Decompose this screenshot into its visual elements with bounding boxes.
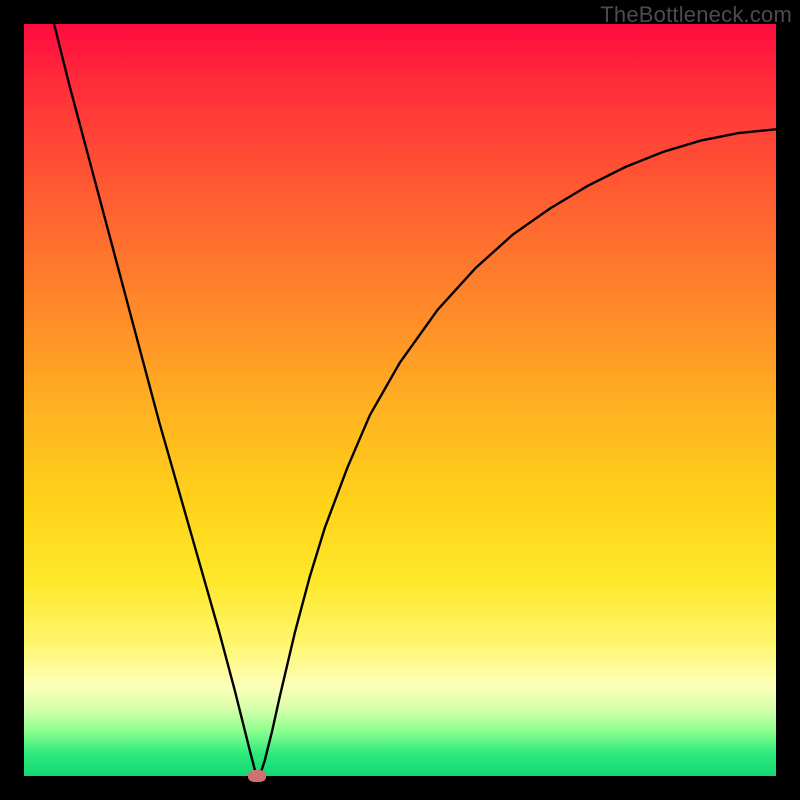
curve-svg: [24, 24, 776, 776]
chart-frame: TheBottleneck.com: [0, 0, 800, 800]
optimum-marker: [248, 770, 266, 782]
bottleneck-curve: [54, 24, 776, 776]
plot-area: [24, 24, 776, 776]
